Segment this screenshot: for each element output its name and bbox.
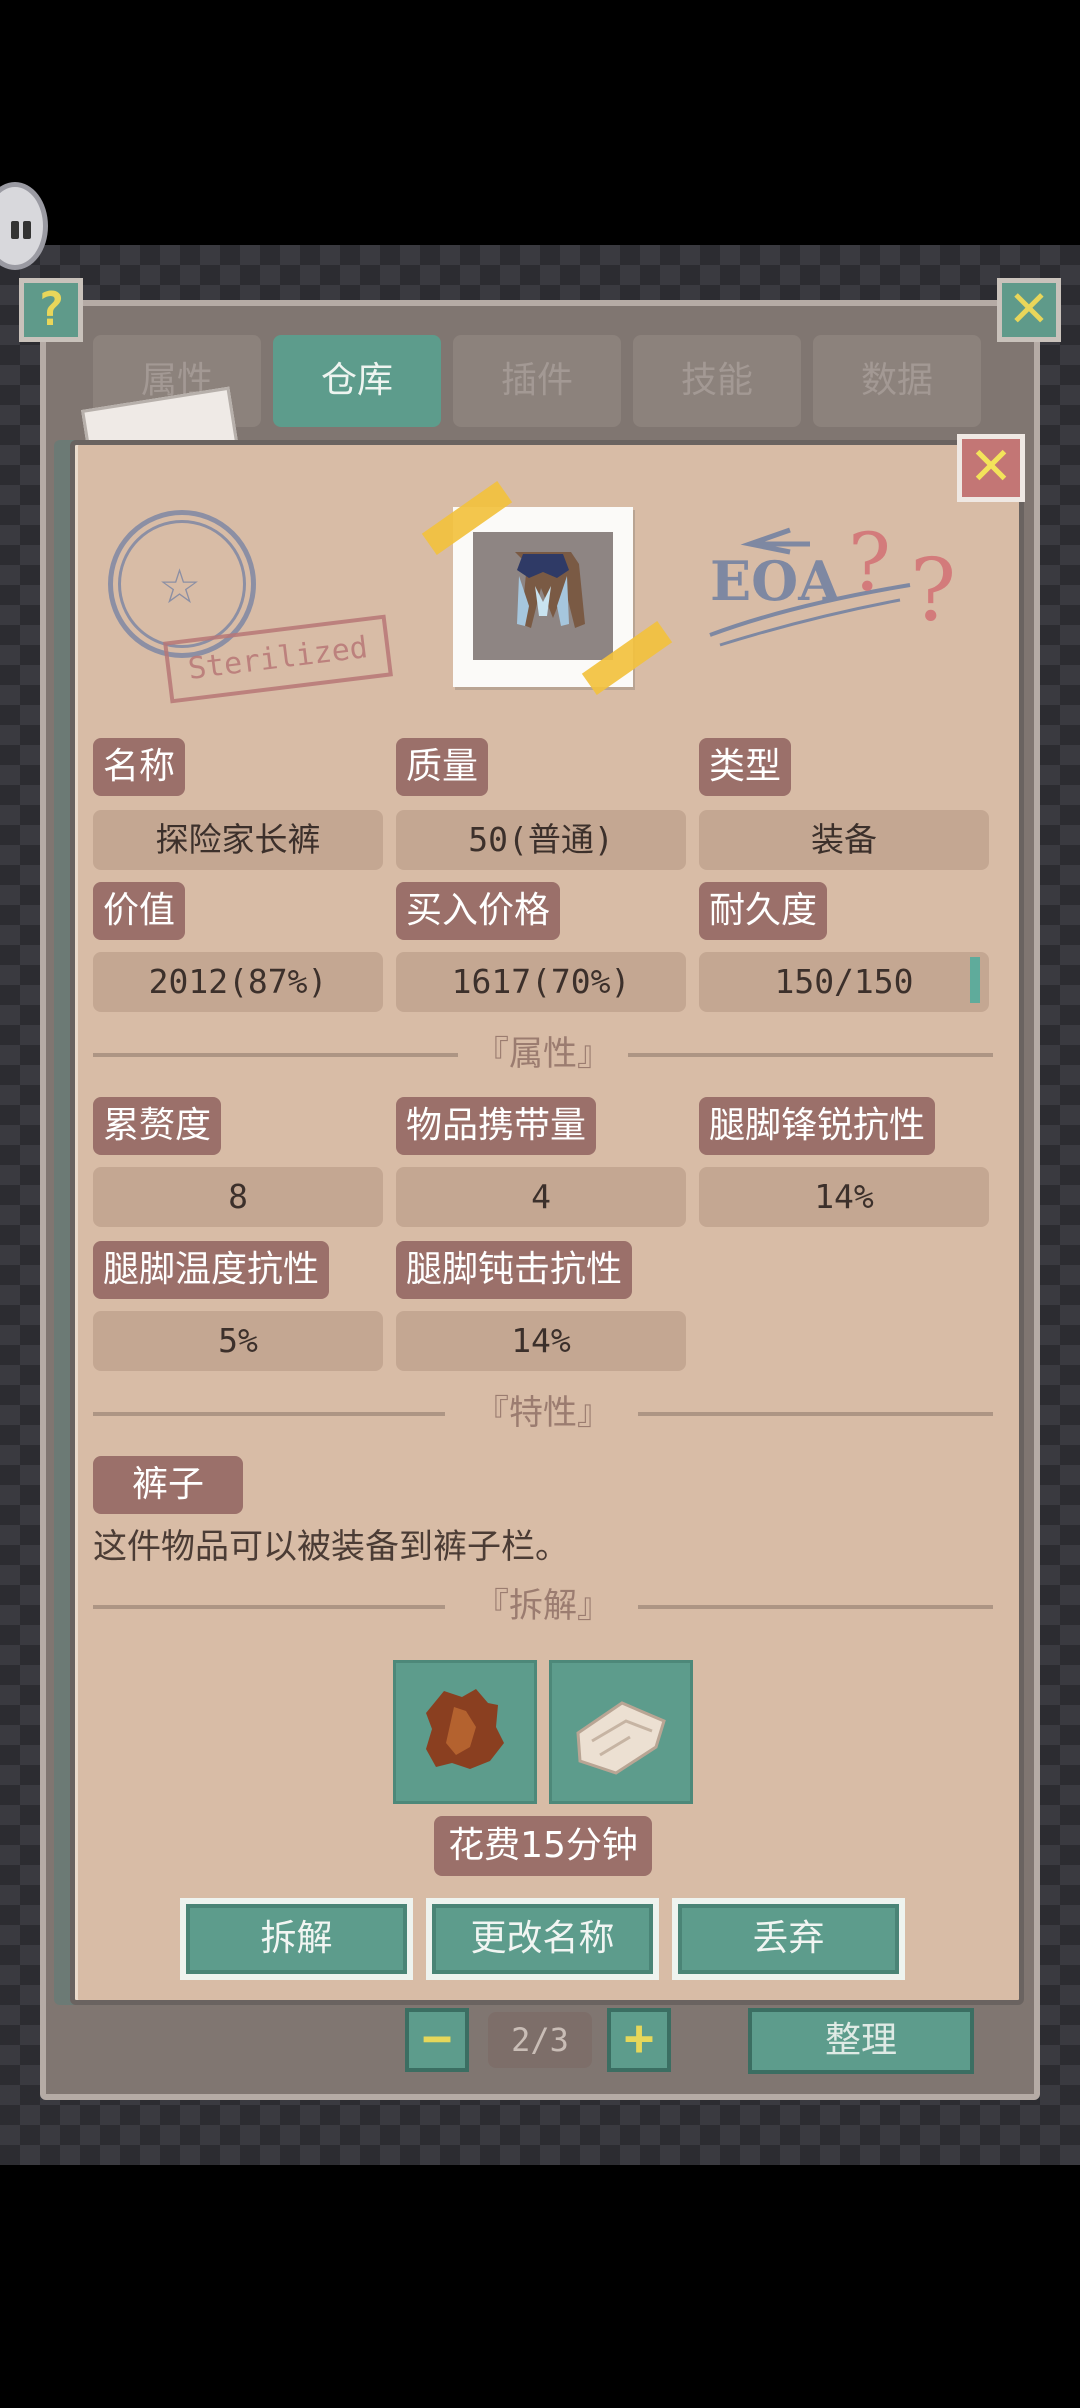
svg-text:?: ? [848, 516, 891, 609]
tab-skills[interactable]: 技能 [633, 335, 801, 427]
attribute-value: 4 [396, 1167, 686, 1227]
attribute-label: 腿脚锋锐抗性 [699, 1097, 936, 1155]
attribute-label: 累赘度 [93, 1097, 222, 1155]
leather-scrap-icon [426, 1689, 504, 1769]
eoa-scribble: EOA ? ? [709, 516, 956, 647]
minus-icon: − [421, 2009, 453, 2067]
page-next-button[interactable]: + [607, 2008, 671, 2072]
attribute-value: 14% [699, 1167, 989, 1227]
cloth-scrap-icon [576, 1701, 666, 1775]
quality-label: 质量 [396, 738, 489, 796]
buy-price-value: 1617(70%) [396, 952, 686, 1012]
quality-value: 50(普通) [396, 810, 686, 870]
tab-data[interactable]: 数据 [813, 335, 981, 427]
rename-button[interactable]: 更改名称 [426, 1898, 659, 1980]
pause-icon [11, 221, 19, 239]
buy-price-label: 买入价格 [396, 882, 561, 940]
close-icon: ✕ [1008, 280, 1050, 338]
value-label: 价值 [93, 882, 186, 940]
close-icon: ✕ [969, 437, 1013, 497]
trait-tag: 裤子 [93, 1456, 243, 1514]
item-image [473, 532, 613, 660]
svg-text:?: ? [910, 541, 956, 641]
item-photo [421, 480, 673, 696]
type-label: 类型 [699, 738, 792, 796]
attributes-section-header: 『属性』 [93, 1033, 993, 1075]
traits-section-header: 『特性』 [93, 1392, 993, 1434]
value-value: 2012(87%) [93, 952, 383, 1012]
help-button[interactable]: ? [19, 278, 83, 342]
sort-button[interactable]: 整理 [748, 2008, 974, 2074]
dismantle-cost: 花费15分钟 [434, 1816, 652, 1876]
name-label: 名称 [93, 738, 186, 796]
page-prev-button[interactable]: − [405, 2008, 469, 2072]
material-slot[interactable] [549, 1660, 693, 1804]
attribute-value: 8 [93, 1167, 383, 1227]
dismantle-section-header: 『拆解』 [93, 1585, 993, 1627]
discard-button[interactable]: 丢弃 [672, 1898, 905, 1980]
question-icon: ? [37, 282, 65, 336]
star-icon: ☆ [158, 559, 202, 615]
dismantle-button[interactable]: 拆解 [180, 1898, 413, 1980]
plus-icon: + [623, 2009, 655, 2067]
attribute-value: 14% [396, 1311, 686, 1371]
name-value: 探险家长裤 [93, 810, 383, 870]
section-title: 『属性』 [475, 1034, 611, 1074]
pants-icon [515, 552, 585, 628]
type-value: 装备 [699, 810, 989, 870]
section-title: 『特性』 [475, 1393, 611, 1433]
material-slot[interactable] [393, 1660, 537, 1804]
page-indicator: 2/3 [488, 2012, 592, 2068]
durability-value: 150/150 [699, 952, 989, 1012]
trait-description: 这件物品可以被装备到裤子栏。 [93, 1527, 569, 1567]
close-panel-button[interactable]: ✕ [997, 278, 1061, 342]
durability-bar [970, 957, 980, 1003]
tab-warehouse[interactable]: 仓库 [273, 335, 441, 427]
attribute-value: 5% [93, 1311, 383, 1371]
tab-plugins[interactable]: 插件 [453, 335, 621, 427]
attribute-label: 腿脚钝击抗性 [396, 1241, 633, 1299]
section-title: 『拆解』 [475, 1586, 611, 1626]
durability-label: 耐久度 [699, 882, 828, 940]
close-card-button[interactable]: ✕ [957, 434, 1025, 502]
attribute-label: 腿脚温度抗性 [93, 1241, 330, 1299]
attribute-label: 物品携带量 [396, 1097, 597, 1155]
